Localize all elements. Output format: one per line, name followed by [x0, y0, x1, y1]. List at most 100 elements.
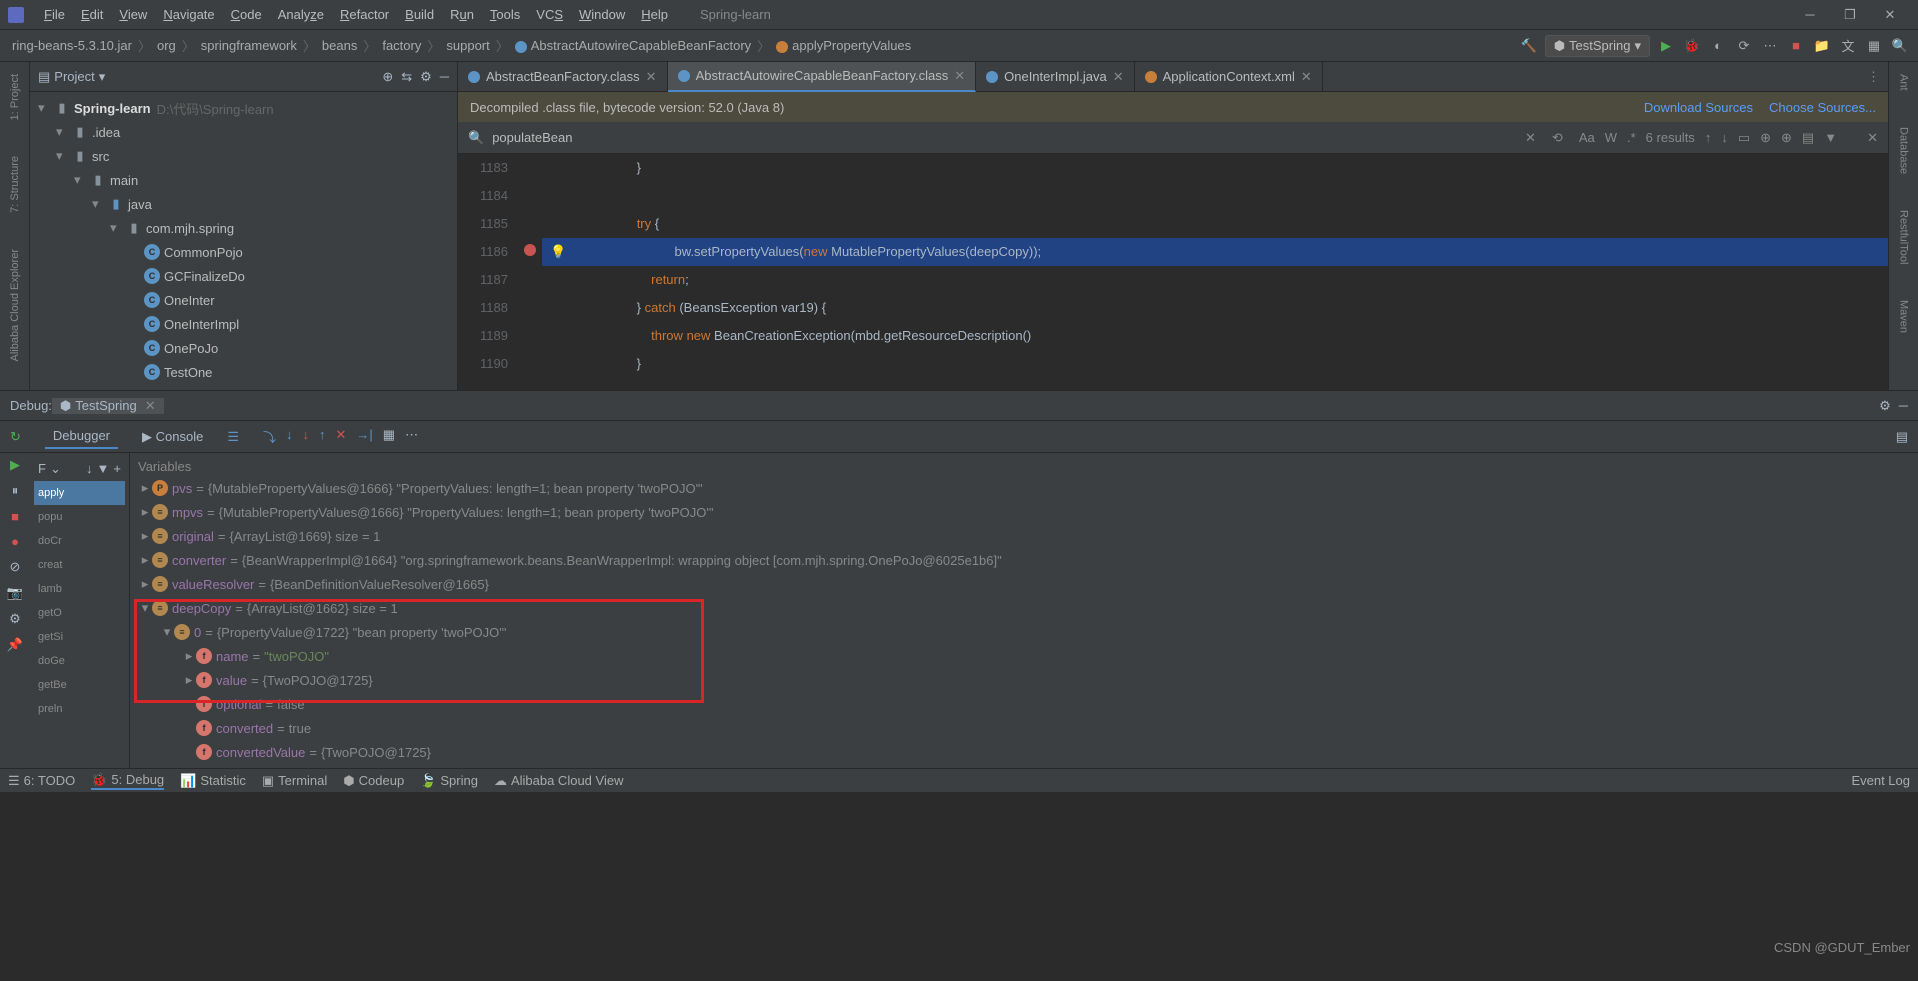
frame-row[interactable]: getO: [34, 601, 125, 625]
frames-dropdown-icon[interactable]: F: [38, 461, 46, 477]
sidebar-ant[interactable]: Ant: [1898, 66, 1910, 99]
menu-navigate[interactable]: Navigate: [155, 7, 222, 22]
frame-row[interactable]: preln: [34, 697, 125, 721]
close-icon[interactable]: ✕: [145, 398, 156, 414]
funnel-icon[interactable]: ▼: [97, 461, 110, 477]
layout-icon[interactable]: ☰: [227, 429, 239, 445]
bottom-spring[interactable]: 🍃 Spring: [420, 773, 478, 789]
menu-view[interactable]: View: [111, 7, 155, 22]
hammer-icon[interactable]: 🔨: [1519, 36, 1539, 56]
hide-icon[interactable]: ─: [440, 69, 449, 85]
bottom-todo[interactable]: ☰ 6: TODO: [8, 773, 75, 789]
step-out-icon[interactable]: ↑: [319, 427, 326, 446]
filter-results-icon[interactable]: ▤: [1802, 130, 1814, 146]
crumb[interactable]: org: [153, 38, 180, 53]
undo-icon[interactable]: ⟲: [1552, 130, 1563, 146]
bulb-icon[interactable]: 💡: [550, 244, 566, 259]
attach-icon[interactable]: ⋯: [1760, 36, 1780, 56]
crumb[interactable]: springframework: [197, 38, 301, 53]
menu-run[interactable]: Run: [442, 7, 482, 22]
sidebar-alibaba[interactable]: Alibaba Cloud Explorer: [9, 241, 21, 370]
drop-frame-icon[interactable]: ✕: [336, 427, 347, 446]
restore-layout-icon[interactable]: ▤: [1896, 429, 1908, 444]
resume-icon[interactable]: ▶: [10, 457, 20, 473]
download-sources-link[interactable]: Download Sources: [1644, 100, 1753, 115]
crumb[interactable]: support: [442, 38, 493, 53]
code-line[interactable]: throw new BeanCreationException(mbd.getR…: [542, 322, 1888, 350]
crumb[interactable]: AbstractAutowireCapableBeanFactory: [511, 38, 755, 53]
tree-item[interactable]: CTestOne: [30, 360, 457, 384]
frame-row[interactable]: getBe: [34, 673, 125, 697]
console-tab[interactable]: ▶ Console: [134, 425, 211, 449]
editor-tab[interactable]: ApplicationContext.xml✕: [1135, 62, 1323, 92]
collapse-icon[interactable]: ⇆: [401, 69, 412, 85]
bottom-debug[interactable]: 🐞 5: Debug: [91, 772, 164, 790]
profile-icon[interactable]: ⟳: [1734, 36, 1754, 56]
more-icon[interactable]: ⋯: [405, 427, 418, 446]
tree-item[interactable]: COneInterImpl: [30, 312, 457, 336]
frame-row[interactable]: doCr: [34, 529, 125, 553]
translate-icon[interactable]: 文: [1838, 36, 1858, 56]
variable-row[interactable]: ▾≡0={PropertyValue@1722} "bean property …: [134, 620, 1914, 644]
run-icon[interactable]: ▶: [1656, 36, 1676, 56]
editor-tab[interactable]: OneInterImpl.java✕: [976, 62, 1135, 92]
locate-icon[interactable]: ⊕: [382, 69, 393, 85]
debug-settings-icon[interactable]: ⚙: [1879, 398, 1891, 414]
close-icon[interactable]: ✕: [954, 68, 965, 84]
menu-tools[interactable]: Tools: [482, 7, 528, 22]
debugger-tab[interactable]: Debugger: [45, 424, 118, 449]
step-into-icon[interactable]: ↓: [286, 427, 293, 446]
variable-row[interactable]: ▸fvalue={TwoPOJO@1725}: [134, 668, 1914, 692]
minimize-button[interactable]: ─: [1790, 0, 1830, 30]
choose-sources-link[interactable]: Choose Sources...: [1769, 100, 1876, 115]
crumb[interactable]: ring-beans-5.3.10.jar: [8, 38, 136, 53]
stop-icon[interactable]: ■: [11, 509, 19, 524]
menu-code[interactable]: Code: [223, 7, 270, 22]
code-line[interactable]: }: [542, 350, 1888, 378]
coverage-icon[interactable]: ◐: [1708, 36, 1728, 56]
pin-icon[interactable]: 📌: [7, 637, 23, 653]
tree-item[interactable]: CGCFinalizeDo: [30, 264, 457, 288]
filter-frames-icon[interactable]: ↓: [86, 461, 93, 477]
debug-run-tab[interactable]: ⬢TestSpring✕: [52, 398, 164, 414]
code-line[interactable]: } catch (BeansException var19) {: [542, 294, 1888, 322]
frame-row[interactable]: lamb: [34, 577, 125, 601]
sidebar-project[interactable]: 1: Project: [9, 66, 21, 128]
tree-item[interactable]: COneInter: [30, 288, 457, 312]
select-all-icon[interactable]: ▭: [1738, 130, 1750, 146]
menu-refactor[interactable]: Refactor: [332, 7, 397, 22]
filter-icon[interactable]: ▼: [1824, 130, 1837, 145]
search-input[interactable]: [492, 130, 1525, 145]
crumb[interactable]: factory: [378, 38, 425, 53]
menu-window[interactable]: Window: [571, 7, 633, 22]
bottom-terminal[interactable]: ▣ Terminal: [262, 773, 327, 789]
variable-row[interactable]: foptional=false: [134, 692, 1914, 716]
code-line[interactable]: }: [542, 154, 1888, 182]
editor-tab[interactable]: AbstractAutowireCapableBeanFactory.class…: [668, 62, 977, 92]
debug-hide-icon[interactable]: ─: [1899, 398, 1908, 414]
variable-row[interactable]: ▸fname="twoPOJO": [134, 644, 1914, 668]
close-icon[interactable]: ✕: [1113, 69, 1124, 85]
stop-icon[interactable]: ■: [1786, 36, 1806, 56]
regex-icon[interactable]: .*: [1627, 130, 1636, 145]
toggle-icon[interactable]: ⊕: [1781, 130, 1792, 146]
settings-icon[interactable]: ⚙: [420, 69, 432, 85]
structure-icon[interactable]: ▦: [1864, 36, 1884, 56]
tree-item[interactable]: ▾▮src: [30, 144, 457, 168]
tree-item[interactable]: ▾▮java: [30, 192, 457, 216]
thread-dump-icon[interactable]: 📷: [7, 585, 23, 601]
variable-row[interactable]: ▸≡converter={BeanWrapperImpl@1664} "org.…: [134, 548, 1914, 572]
words-icon[interactable]: W: [1605, 130, 1617, 145]
menu-vcs[interactable]: VCS: [528, 7, 571, 22]
bottom-codeup[interactable]: ⬢ Codeup: [343, 773, 404, 789]
tree-item[interactable]: ▾▮.idea: [30, 120, 457, 144]
add-icon[interactable]: +: [113, 461, 121, 477]
crumb[interactable]: beans: [318, 38, 361, 53]
code-line[interactable]: return;: [542, 266, 1888, 294]
more-tabs-icon[interactable]: ⋮: [1859, 69, 1888, 85]
tree-root[interactable]: ▾ ▮ Spring-learn D:\代码\Spring-learn: [30, 96, 457, 120]
settings-icon[interactable]: ⚙: [9, 611, 21, 627]
tree-item[interactable]: COnePoJo: [30, 336, 457, 360]
open-icon[interactable]: 📁: [1812, 36, 1832, 56]
variable-row[interactable]: ▸Ppvs={MutablePropertyValues@1666} "Prop…: [134, 476, 1914, 500]
